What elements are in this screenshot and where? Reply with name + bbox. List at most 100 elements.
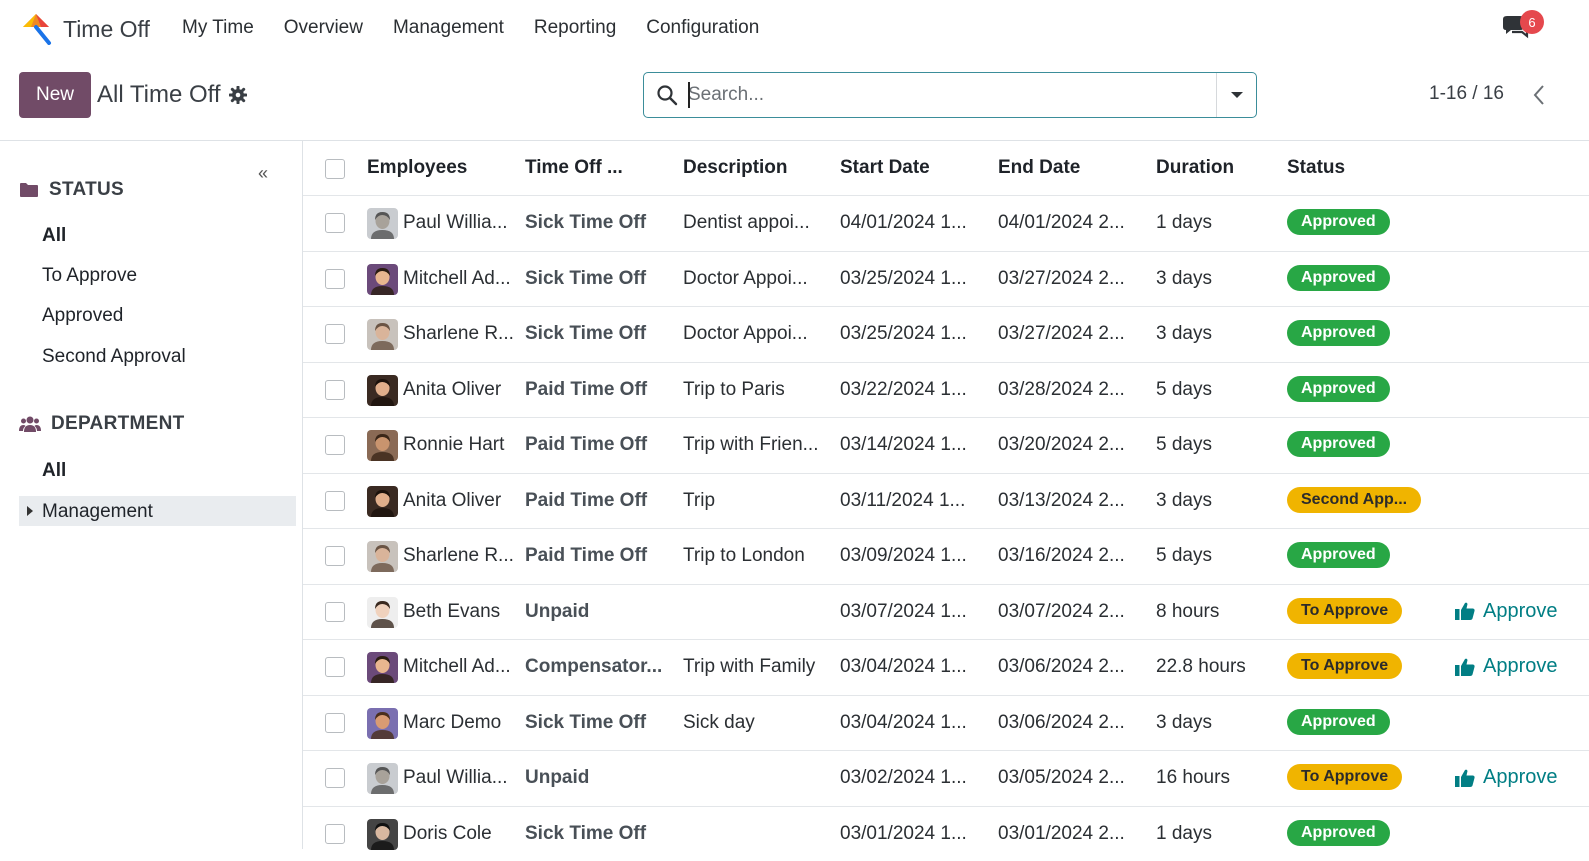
row-checkbox[interactable] — [325, 213, 345, 233]
row-checkbox[interactable] — [325, 546, 345, 566]
cell-start-date: 03/04/2024 1... — [840, 712, 990, 734]
column-start-date[interactable]: Start Date — [840, 157, 930, 179]
cell-employee: Marc Demo — [403, 712, 515, 734]
cell-description: Dentist appoi... — [683, 212, 833, 234]
cell-time-off-type: Sick Time Off — [525, 212, 675, 234]
new-button[interactable]: New — [19, 72, 91, 118]
status-badge: Approved — [1287, 265, 1390, 291]
cell-time-off-type: Sick Time Off — [525, 823, 675, 845]
gear-icon[interactable] — [229, 86, 247, 104]
table-row[interactable]: Marc Demo Sick Time Off Sick day 03/04/2… — [303, 695, 1589, 751]
cell-start-date: 03/02/2024 1... — [840, 767, 990, 789]
cell-end-date: 03/06/2024 2... — [998, 656, 1148, 678]
table-row[interactable]: Sharlene R... Paid Time Off Trip to Lond… — [303, 528, 1589, 584]
status-badge: To Approve — [1287, 764, 1402, 790]
table-row[interactable]: Sharlene R... Sick Time Off Doctor Appoi… — [303, 306, 1589, 362]
table-row[interactable]: Paul Willia... Sick Time Off Dentist app… — [303, 195, 1589, 251]
column-description[interactable]: Description — [683, 157, 788, 179]
table-row[interactable]: Beth Evans Unpaid 03/07/2024 1... 03/07/… — [303, 584, 1589, 640]
department-filter-management[interactable]: Management — [42, 501, 153, 523]
row-checkbox[interactable] — [325, 269, 345, 289]
cell-employee: Paul Willia... — [403, 212, 515, 234]
app-logo-icon[interactable] — [19, 11, 53, 45]
cell-time-off-type: Paid Time Off — [525, 434, 675, 456]
menu-configuration[interactable]: Configuration — [646, 17, 759, 39]
status-filter-approved[interactable]: Approved — [42, 305, 123, 327]
cell-end-date: 03/28/2024 2... — [998, 379, 1148, 401]
department-filter-all[interactable]: All — [42, 460, 66, 482]
approve-button[interactable]: Approve — [1455, 766, 1558, 789]
row-checkbox[interactable] — [325, 602, 345, 622]
chevron-left-icon[interactable] — [1531, 84, 1547, 106]
menu-management[interactable]: Management — [393, 17, 504, 39]
cell-description: Doctor Appoi... — [683, 268, 833, 290]
employee-avatar — [367, 375, 398, 406]
employee-avatar — [367, 708, 398, 739]
cell-start-date: 03/14/2024 1... — [840, 434, 990, 456]
cell-description: Trip — [683, 490, 833, 512]
row-checkbox[interactable] — [325, 380, 345, 400]
employee-avatar — [367, 541, 398, 572]
column-time-off-type[interactable]: Time Off ... — [525, 157, 623, 179]
column-employees[interactable]: Employees — [367, 157, 467, 179]
approve-label: Approve — [1483, 600, 1558, 623]
cell-time-off-type: Sick Time Off — [525, 712, 675, 734]
users-icon — [19, 415, 41, 433]
table-row[interactable]: Anita Oliver Paid Time Off Trip to Paris… — [303, 362, 1589, 418]
status-filter-to-approve[interactable]: To Approve — [42, 265, 137, 287]
select-all-checkbox[interactable] — [325, 159, 345, 179]
cell-start-date: 03/07/2024 1... — [840, 601, 990, 623]
menu-overview[interactable]: Overview — [284, 17, 363, 39]
cell-time-off-type: Paid Time Off — [525, 490, 675, 512]
row-checkbox[interactable] — [325, 491, 345, 511]
cell-employee: Beth Evans — [403, 601, 515, 623]
search-input[interactable] — [688, 82, 1208, 108]
pager-value[interactable]: 1-16 / 16 — [1429, 83, 1504, 105]
cell-description: Doctor Appoi... — [683, 323, 833, 345]
status-badge: Approved — [1287, 320, 1390, 346]
main-menu: My Time Overview Management Reporting Co… — [182, 17, 759, 39]
employee-avatar — [367, 652, 398, 683]
table-row[interactable]: Mitchell Ad... Compensator... Trip with … — [303, 639, 1589, 695]
row-checkbox[interactable] — [325, 324, 345, 344]
cell-end-date: 03/27/2024 2... — [998, 268, 1148, 290]
menu-reporting[interactable]: Reporting — [534, 17, 616, 39]
row-checkbox[interactable] — [325, 824, 345, 844]
row-checkbox[interactable] — [325, 435, 345, 455]
row-checkbox[interactable] — [325, 657, 345, 677]
cell-time-off-type: Unpaid — [525, 767, 675, 789]
table-row[interactable]: Mitchell Ad... Sick Time Off Doctor Appo… — [303, 251, 1589, 307]
employee-avatar — [367, 430, 398, 461]
search-options-toggle[interactable] — [1217, 73, 1257, 117]
approve-button[interactable]: Approve — [1455, 655, 1558, 678]
cell-start-date: 04/01/2024 1... — [840, 212, 990, 234]
column-status[interactable]: Status — [1287, 157, 1345, 179]
cell-end-date: 03/27/2024 2... — [998, 323, 1148, 345]
status-badge: Approved — [1287, 209, 1390, 235]
status-badge: To Approve — [1287, 598, 1402, 624]
menu-my-time[interactable]: My Time — [182, 17, 254, 39]
column-duration[interactable]: Duration — [1156, 157, 1234, 179]
app-name[interactable]: Time Off — [63, 16, 150, 43]
table-row[interactable]: Anita Oliver Paid Time Off Trip 03/11/20… — [303, 473, 1589, 529]
collapse-panel-button[interactable]: « — [258, 163, 268, 184]
cell-start-date: 03/04/2024 1... — [840, 656, 990, 678]
cell-employee: Mitchell Ad... — [403, 268, 515, 290]
top-navbar: Time Off My Time Overview Management Rep… — [0, 0, 1589, 60]
cell-end-date: 03/06/2024 2... — [998, 712, 1148, 734]
text-cursor — [688, 82, 690, 108]
status-filter-second-approval[interactable]: Second Approval — [42, 346, 186, 368]
cell-description: Trip to Paris — [683, 379, 833, 401]
status-filter-all[interactable]: All — [42, 225, 66, 247]
cell-employee: Doris Cole — [403, 823, 515, 845]
status-badge: Approved — [1287, 376, 1390, 402]
table-row[interactable]: Paul Willia... Unpaid 03/02/2024 1... 03… — [303, 750, 1589, 806]
employee-avatar — [367, 208, 398, 239]
caret-right-icon[interactable] — [27, 506, 33, 516]
table-row[interactable]: Doris Cole Sick Time Off 03/01/2024 1...… — [303, 806, 1589, 861]
column-end-date[interactable]: End Date — [998, 157, 1080, 179]
approve-button[interactable]: Approve — [1455, 600, 1558, 623]
row-checkbox[interactable] — [325, 768, 345, 788]
table-row[interactable]: Ronnie Hart Paid Time Off Trip with Frie… — [303, 417, 1589, 473]
row-checkbox[interactable] — [325, 713, 345, 733]
